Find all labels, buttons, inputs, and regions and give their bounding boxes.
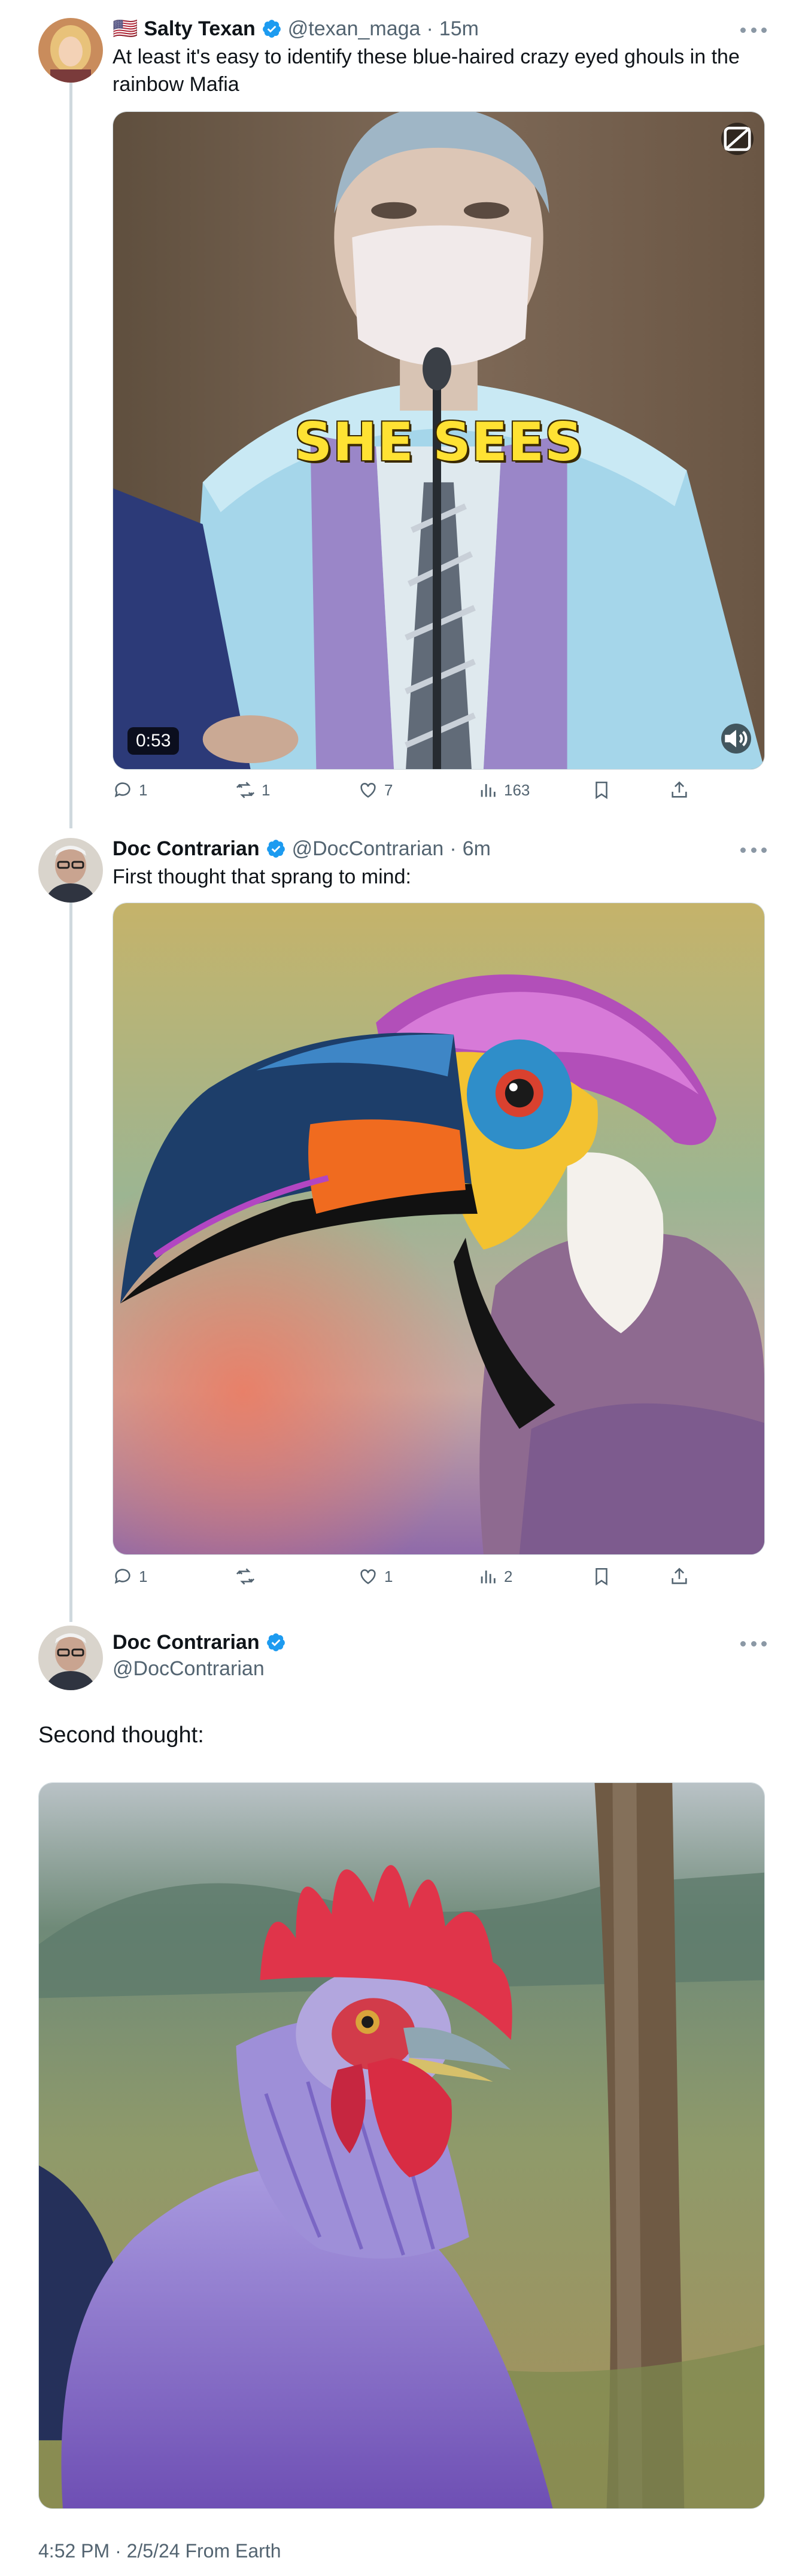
tweet-text: Second thought: (38, 1723, 204, 1748)
view-count: 163 (504, 780, 530, 799)
autoplay-off-icon[interactable] (721, 123, 754, 155)
reply-icon (114, 1569, 130, 1584)
view-count: 2 (504, 1567, 513, 1585)
user-handle[interactable]: @DocContrarian (113, 1657, 265, 1681)
tweet-header: Doc Contrarian (113, 1628, 286, 1657)
display-name[interactable]: Doc Contrarian (113, 837, 260, 861)
display-name[interactable]: Salty Texan (144, 17, 255, 41)
bookmark-button[interactable] (591, 778, 612, 802)
reply-button[interactable]: 1 (113, 1565, 147, 1588)
heart-icon (360, 1569, 376, 1584)
tweet-header-handle: @DocContrarian (113, 1654, 265, 1683)
repost-button[interactable]: 1 (235, 778, 270, 802)
verified-badge-icon (262, 20, 281, 38)
bookmark-icon (596, 781, 607, 800)
tweet-image[interactable] (38, 1782, 765, 2509)
user-handle[interactable]: @DocContrarian (292, 837, 444, 861)
avatar[interactable] (38, 18, 103, 83)
repost-count: 1 (262, 780, 271, 799)
reply-icon (114, 782, 130, 798)
video-duration: 0:53 (127, 727, 180, 755)
tweet-timestamp[interactable]: 4:52 PM · 2/5/24 From Earth (38, 2540, 281, 2562)
rooster-image (39, 1783, 764, 2508)
tweet-header: 🇺🇸 Salty Texan @texan_maga · 15m (113, 14, 479, 43)
avatar[interactable] (38, 1626, 103, 1690)
bookmark-icon (596, 1568, 607, 1586)
more-options-icon[interactable] (740, 1638, 767, 1650)
tweet-actions: 1 1 2 (113, 1565, 711, 1588)
thread-line (69, 874, 72, 1622)
tweet-time[interactable]: 15m (439, 17, 479, 41)
toucan-image (113, 903, 764, 1554)
video-caption: SHE SEES (294, 411, 584, 473)
views-button[interactable]: 163 (478, 778, 530, 802)
tweet-time[interactable]: 6m (463, 837, 491, 861)
tweet-actions: 1 1 7 163 (113, 778, 711, 802)
video-player[interactable]: SHE SEES 0:53 (113, 111, 765, 770)
like-button[interactable]: 7 (358, 778, 393, 802)
display-name[interactable]: Doc Contrarian (113, 1631, 260, 1654)
volume-icon[interactable] (721, 724, 751, 754)
repost-button[interactable] (235, 1565, 262, 1588)
like-count: 1 (384, 1567, 393, 1585)
share-button[interactable] (669, 778, 689, 802)
tweet-text: At least it's easy to identify these blu… (113, 45, 740, 96)
verified-badge-icon (266, 840, 285, 858)
like-count: 7 (384, 780, 393, 799)
share-icon (672, 781, 687, 798)
avatar[interactable] (38, 838, 103, 903)
share-button[interactable] (669, 1565, 689, 1588)
flag-icon: 🇺🇸 (113, 17, 138, 40)
reply-button[interactable]: 1 (113, 778, 147, 802)
tweet-header: Doc Contrarian @DocContrarian · 6m (113, 834, 491, 863)
repost-icon (236, 782, 255, 798)
thread-line (69, 74, 72, 828)
bookmark-button[interactable] (591, 1565, 612, 1588)
heart-icon (360, 783, 376, 798)
tweet-text: First thought that sprang to mind: (113, 865, 411, 888)
views-button[interactable]: 2 (478, 1565, 512, 1588)
more-options-icon[interactable] (740, 844, 767, 856)
share-icon (672, 1568, 687, 1584)
tweet-image[interactable] (113, 903, 765, 1555)
views-icon (481, 1570, 496, 1584)
user-handle[interactable]: @texan_maga (288, 17, 421, 41)
reply-count: 1 (139, 1567, 148, 1585)
like-button[interactable]: 1 (358, 1565, 393, 1588)
reply-count: 1 (139, 780, 148, 799)
more-options-icon[interactable] (740, 24, 767, 36)
repost-icon (236, 1568, 255, 1585)
separator: · (449, 837, 457, 860)
views-icon (481, 784, 496, 797)
verified-badge-icon (266, 1633, 285, 1651)
separator: · (426, 17, 433, 40)
